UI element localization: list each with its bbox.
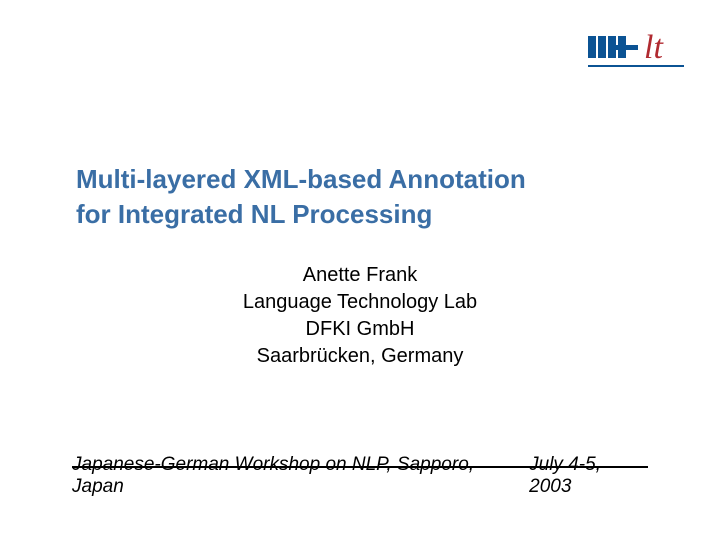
title-line-2: for Integrated NL Processing	[76, 197, 646, 232]
dfki-lt-logo: lt	[588, 28, 684, 75]
footer-event: Japanese-German Workshop on NLP, Sapporo…	[72, 454, 529, 498]
author-org: DFKI GmbH	[0, 316, 720, 343]
author-city: Saarbrücken, Germany	[0, 343, 720, 370]
author-name: Anette Frank	[0, 262, 720, 289]
slide-title: Multi-layered XML-based Annotation for I…	[76, 162, 646, 232]
author-affiliation: Language Technology Lab	[0, 289, 720, 316]
author-block: Anette Frank Language Technology Lab DFK…	[0, 262, 720, 370]
svg-text:lt: lt	[644, 29, 664, 66]
title-line-1: Multi-layered XML-based Annotation	[76, 162, 646, 197]
footer: Japanese-German Workshop on NLP, Sapporo…	[72, 454, 648, 498]
footer-date: July 4-5, 2003	[529, 454, 648, 498]
